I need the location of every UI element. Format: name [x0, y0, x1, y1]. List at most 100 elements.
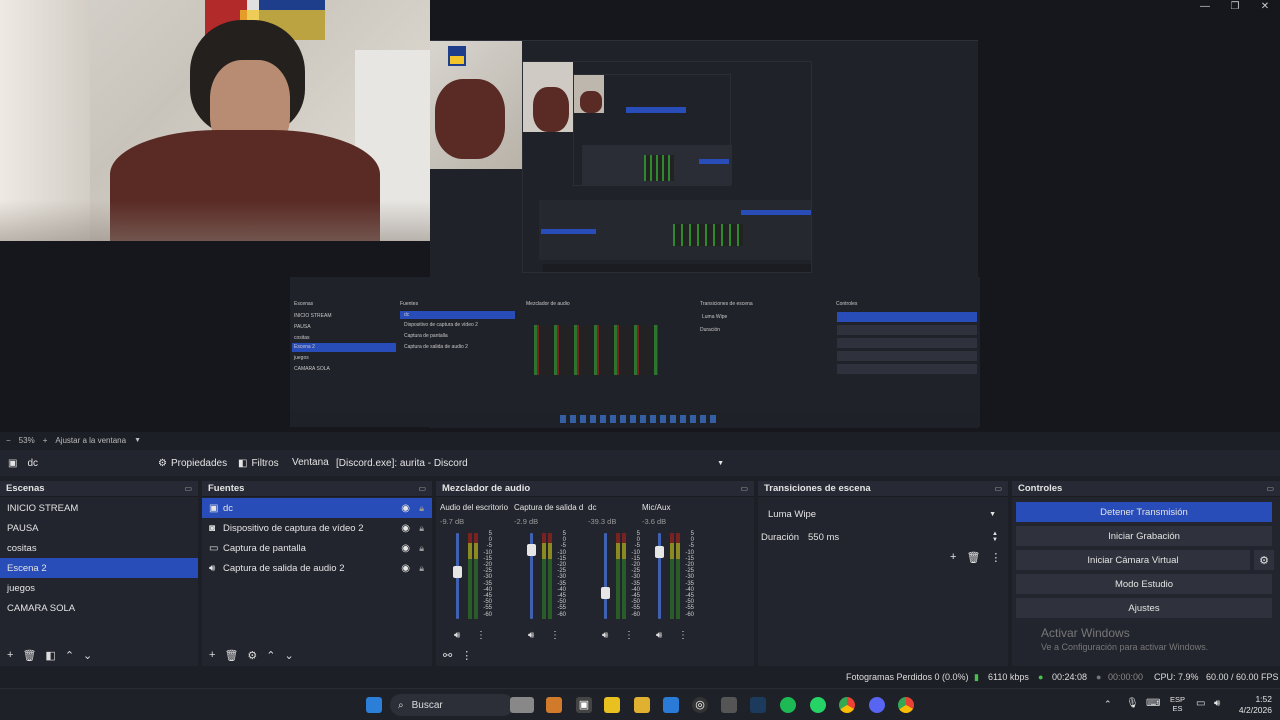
- language-indicator[interactable]: ESP ES: [1170, 695, 1185, 713]
- task-view-icon[interactable]: ▣: [576, 697, 592, 713]
- trash-icon[interactable]: 🗑: [224, 649, 238, 662]
- scene-item[interactable]: CAMARA SOLA: [0, 598, 198, 618]
- app-icon[interactable]: [510, 697, 534, 713]
- windows-start-icon[interactable]: [366, 697, 382, 713]
- speaker-icon[interactable]: 🔊︎: [602, 630, 608, 641]
- chrome-icon[interactable]: [898, 697, 914, 713]
- tray-chevron-icon[interactable]: ⌃: [1104, 699, 1112, 710]
- add-icon[interactable]: +: [209, 649, 215, 661]
- trash-icon[interactable]: 🗑: [966, 551, 980, 564]
- scene-item[interactable]: juegos: [0, 578, 198, 598]
- move-down-icon[interactable]: ⌄: [285, 649, 294, 662]
- more-icon[interactable]: ⋮: [990, 551, 1001, 564]
- source-item[interactable]: ◙ Dispositivo de captura de vídeo 2 ◉ 🔒︎: [202, 518, 432, 538]
- eye-icon[interactable]: ◉: [401, 563, 410, 574]
- speaker-icon[interactable]: 🔊︎: [528, 630, 534, 641]
- dock-menu-icon[interactable]: ▭: [184, 484, 192, 493]
- obs-icon[interactable]: ◎: [692, 697, 708, 713]
- gear-icon[interactable]: ⚙: [1254, 550, 1274, 570]
- volume-slider-handle[interactable]: [601, 587, 610, 600]
- keyboard-icon[interactable]: ⌨: [1146, 698, 1160, 709]
- start-virtual-camera-button[interactable]: Iniciar Cámara Virtual: [1016, 550, 1250, 570]
- app-icon[interactable]: [721, 697, 737, 713]
- dock-menu-icon[interactable]: ▭: [994, 484, 1002, 493]
- maximize-icon[interactable]: ❐: [1220, 0, 1250, 14]
- steam-icon[interactable]: [750, 697, 766, 713]
- taskbar-search[interactable]: ⌕ Buscar: [390, 694, 514, 716]
- lock-icon[interactable]: 🔒︎: [419, 543, 424, 554]
- volume-slider-handle[interactable]: [655, 545, 664, 558]
- eye-icon[interactable]: ◉: [401, 503, 410, 514]
- source-item-selected[interactable]: ▣ dc ◉ 🔒︎: [202, 498, 432, 518]
- chevron-down-icon[interactable]: ▼: [134, 437, 141, 444]
- duration-spinbox[interactable]: 550 ms ▲ ▼: [806, 528, 1002, 546]
- properties-button[interactable]: ⚙ Propiedades: [152, 453, 233, 473]
- studio-mode-button[interactable]: Modo Estudio: [1016, 574, 1272, 594]
- clock[interactable]: 1:52 4/2/2026: [1232, 694, 1272, 716]
- lock-icon[interactable]: 🔒︎: [419, 503, 424, 514]
- volume-slider-handle[interactable]: [527, 544, 536, 557]
- chrome-icon[interactable]: [839, 697, 855, 713]
- stream-indicator-icon: ●: [1038, 672, 1044, 682]
- volume-slider-handle[interactable]: [453, 565, 462, 578]
- stop-streaming-button[interactable]: Detener Transmisión: [1016, 502, 1272, 522]
- speaker-icon[interactable]: 🔊︎: [656, 630, 662, 641]
- speaker-icon[interactable]: 🔊︎: [454, 630, 460, 641]
- scene-item-selected[interactable]: Escena 2: [0, 558, 198, 578]
- filters-button[interactable]: ◧ Filtros: [232, 453, 285, 473]
- move-up-icon[interactable]: ⌃: [65, 649, 74, 662]
- link-icon[interactable]: ⚯: [443, 649, 452, 662]
- close-icon[interactable]: ✕: [1250, 0, 1280, 14]
- source-item[interactable]: ▭ Captura de pantalla ◉ 🔒︎: [202, 538, 432, 558]
- gear-icon[interactable]: ⚙: [247, 649, 257, 662]
- start-recording-button[interactable]: Iniciar Grabación: [1016, 526, 1272, 546]
- zoom-in-button[interactable]: +: [43, 436, 48, 445]
- preview-canvas[interactable]: — ❐ ✕ Escenas INICIO STREAM PAUSA cosita…: [0, 0, 1280, 432]
- fit-window-button[interactable]: Ajustar a la ventana: [55, 436, 126, 445]
- move-up-icon[interactable]: ⌃: [266, 649, 275, 662]
- app-icon[interactable]: [546, 697, 562, 713]
- mixer-channel: Mic/Aux -3.6 dB 5 0 -5 -10 -15 -20 -25 -30 -35 -40-…: [642, 503, 712, 643]
- more-icon[interactable]: ⋮: [550, 630, 560, 641]
- channel-name: Audio del escritorio: [440, 503, 509, 512]
- notes-icon[interactable]: [604, 697, 620, 713]
- folder-icon[interactable]: [634, 697, 650, 713]
- add-icon[interactable]: +: [7, 649, 13, 661]
- eye-icon[interactable]: ◉: [401, 523, 410, 534]
- discord-icon[interactable]: [869, 697, 885, 713]
- whatsapp-icon[interactable]: [810, 697, 826, 713]
- eye-icon[interactable]: ◉: [401, 543, 410, 554]
- spotify-icon[interactable]: [780, 697, 796, 713]
- add-icon[interactable]: +: [950, 551, 956, 564]
- more-icon[interactable]: ⋮: [461, 649, 472, 662]
- vscode-icon[interactable]: [663, 697, 679, 713]
- zoom-out-button[interactable]: −: [6, 436, 11, 445]
- minimize-icon[interactable]: —: [1190, 0, 1220, 14]
- scene-item[interactable]: PAUSA: [0, 518, 198, 538]
- more-icon[interactable]: ⋮: [678, 630, 688, 641]
- lock-icon[interactable]: 🔒︎: [419, 563, 424, 574]
- filter-icon[interactable]: ◧: [45, 649, 55, 662]
- dock-menu-icon[interactable]: ▭: [1266, 484, 1274, 493]
- transition-select-value: Luma Wipe: [768, 508, 817, 520]
- scene-item[interactable]: INICIO STREAM: [0, 498, 198, 518]
- transition-select[interactable]: Luma Wipe ▼: [762, 505, 1002, 523]
- filters-label: Filtros: [251, 457, 279, 469]
- window-select[interactable]: [Discord.exe]: aurita - Discord ▼: [330, 453, 730, 473]
- volume-icon[interactable]: 🔊︎: [1214, 698, 1220, 709]
- preview-zoom-bar: − 53% + Ajustar a la ventana ▼: [0, 432, 1280, 448]
- settings-button[interactable]: Ajustes: [1016, 598, 1272, 618]
- network-icon[interactable]: ▭: [1196, 698, 1205, 709]
- volume-slider[interactable]: [604, 533, 607, 619]
- more-icon[interactable]: ⋮: [476, 630, 486, 641]
- microphone-icon[interactable]: 🎙︎: [1126, 698, 1139, 709]
- lock-icon[interactable]: 🔒︎: [419, 523, 424, 534]
- trash-icon[interactable]: 🗑: [22, 649, 36, 662]
- dock-menu-icon[interactable]: ▭: [418, 484, 426, 493]
- more-icon[interactable]: ⋮: [624, 630, 634, 641]
- dock-menu-icon[interactable]: ▭: [740, 484, 748, 493]
- source-item[interactable]: 🔊︎ Captura de salida de audio 2 ◉ 🔒︎: [202, 558, 432, 578]
- move-down-icon[interactable]: ⌄: [83, 649, 92, 662]
- zoom-level: 53%: [18, 435, 35, 445]
- scene-item[interactable]: cositas: [0, 538, 198, 558]
